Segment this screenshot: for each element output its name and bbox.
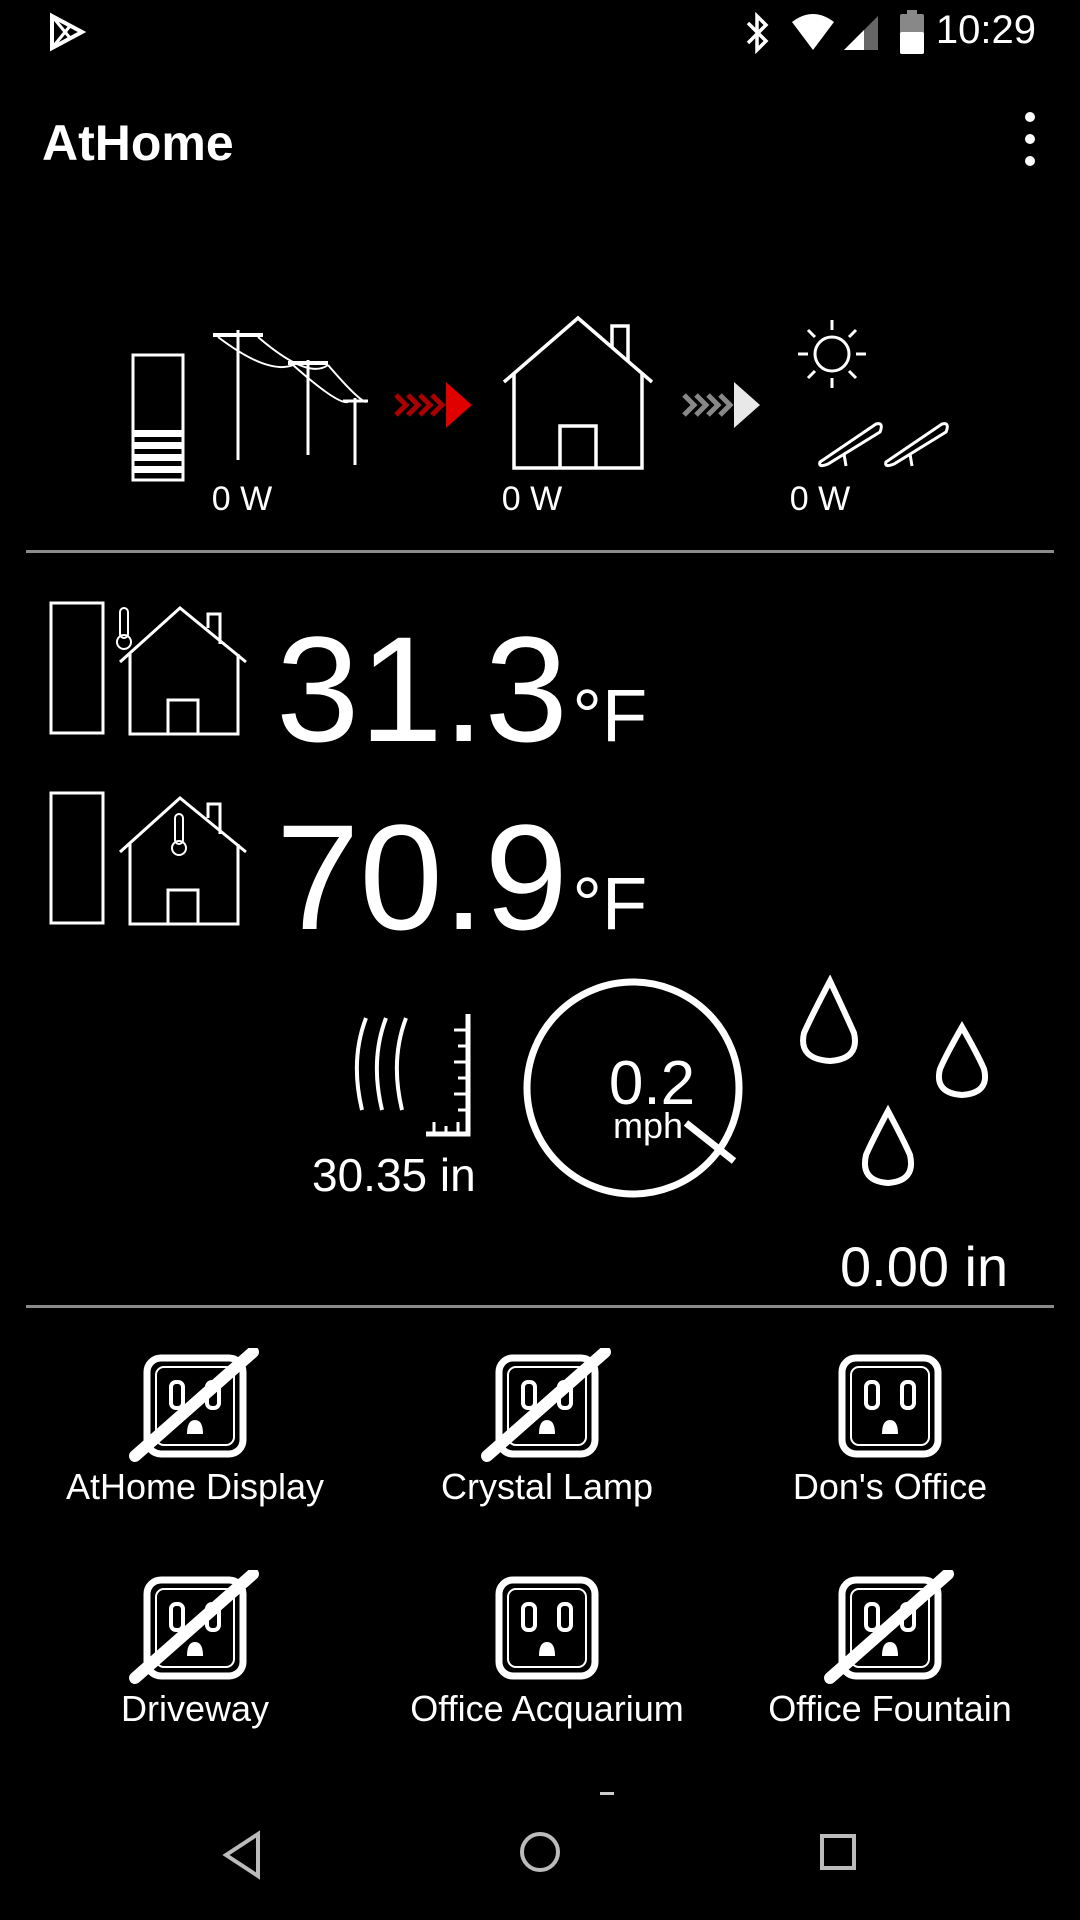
status-bar: 10:29 [0,0,1080,64]
outlet-icon [495,1576,599,1680]
wind-speed-unit: mph [612,1105,684,1146]
battery-icon [900,10,924,54]
outlet-label: Crystal Lamp [440,1466,654,1507]
bluetooth-icon [746,12,769,54]
navigation-bar [0,1790,1080,1920]
app-title: AtHome [42,115,234,171]
outlet-grid: AtHome Display Crystal Lamp Don's Office Dr… [0,1348,1080,1768]
outlet-switch[interactable]: Don's Office [740,1348,1040,1528]
barometer-icon [354,1014,471,1137]
divider [26,550,1054,553]
outlet-icon [129,1570,259,1684]
flow-arrow-grid-to-house [394,382,472,428]
app-bar: AtHome [0,64,1080,212]
outdoor-temp-unit: °F [572,674,648,757]
outlet-switch[interactable]: AtHome Display [45,1348,345,1528]
home-icon[interactable] [518,1830,562,1874]
outlet-label: Office Acquarium [410,1688,684,1729]
recents-icon[interactable] [818,1832,858,1872]
status-time: 10:29 [935,8,1036,52]
solar-panel-icon [798,320,949,468]
back-icon[interactable] [220,1830,264,1880]
power-flow: 0 W 0 W 0 W [0,300,1080,530]
outlet-label: Office Fountain [768,1688,1012,1729]
outlet-switch[interactable]: Driveway [45,1570,345,1750]
outlet-switch[interactable]: Crystal Lamp [397,1348,697,1528]
indoor-temp-unit: °F [572,862,648,945]
outlet-label: Driveway [120,1688,270,1729]
outdoor-temperature: 31.3 °F [276,614,647,764]
cell-signal-icon [844,16,878,50]
house-power-label: 0 W [501,480,563,518]
outdoor-temp-value: 31.3 [276,605,568,773]
more-vert-icon[interactable] [1010,112,1050,172]
outlet-icon [481,1348,611,1462]
pressure-value: 30.35 in [312,1149,476,1201]
flow-arrow-house-to-solar [682,382,760,428]
outdoor-thermometer-house-icon [49,601,247,736]
solar-power-label: 0 W [789,480,851,518]
outlet-label: Don's Office [792,1466,988,1507]
grid-power-label: 0 W [211,480,273,518]
outlet-icon [129,1348,259,1462]
outlet-switch[interactable]: Office Acquarium [397,1570,697,1750]
indoor-temperature: 70.9 °F [276,802,647,952]
rain-value: 0.00 in [840,1235,1009,1298]
outlet-label: AtHome Display [65,1466,325,1507]
raindrops-icon [800,975,988,1187]
divider [26,1305,1054,1308]
indoor-thermometer-house-icon [49,791,247,926]
house-icon [502,315,654,470]
outlet-switch[interactable]: Office Fountain [740,1570,1040,1750]
play-store-icon [50,12,87,52]
outlet-icon [824,1570,954,1684]
outlet-icon [838,1354,942,1458]
wifi-icon [792,14,834,50]
indoor-temp-value: 70.9 [276,793,568,961]
